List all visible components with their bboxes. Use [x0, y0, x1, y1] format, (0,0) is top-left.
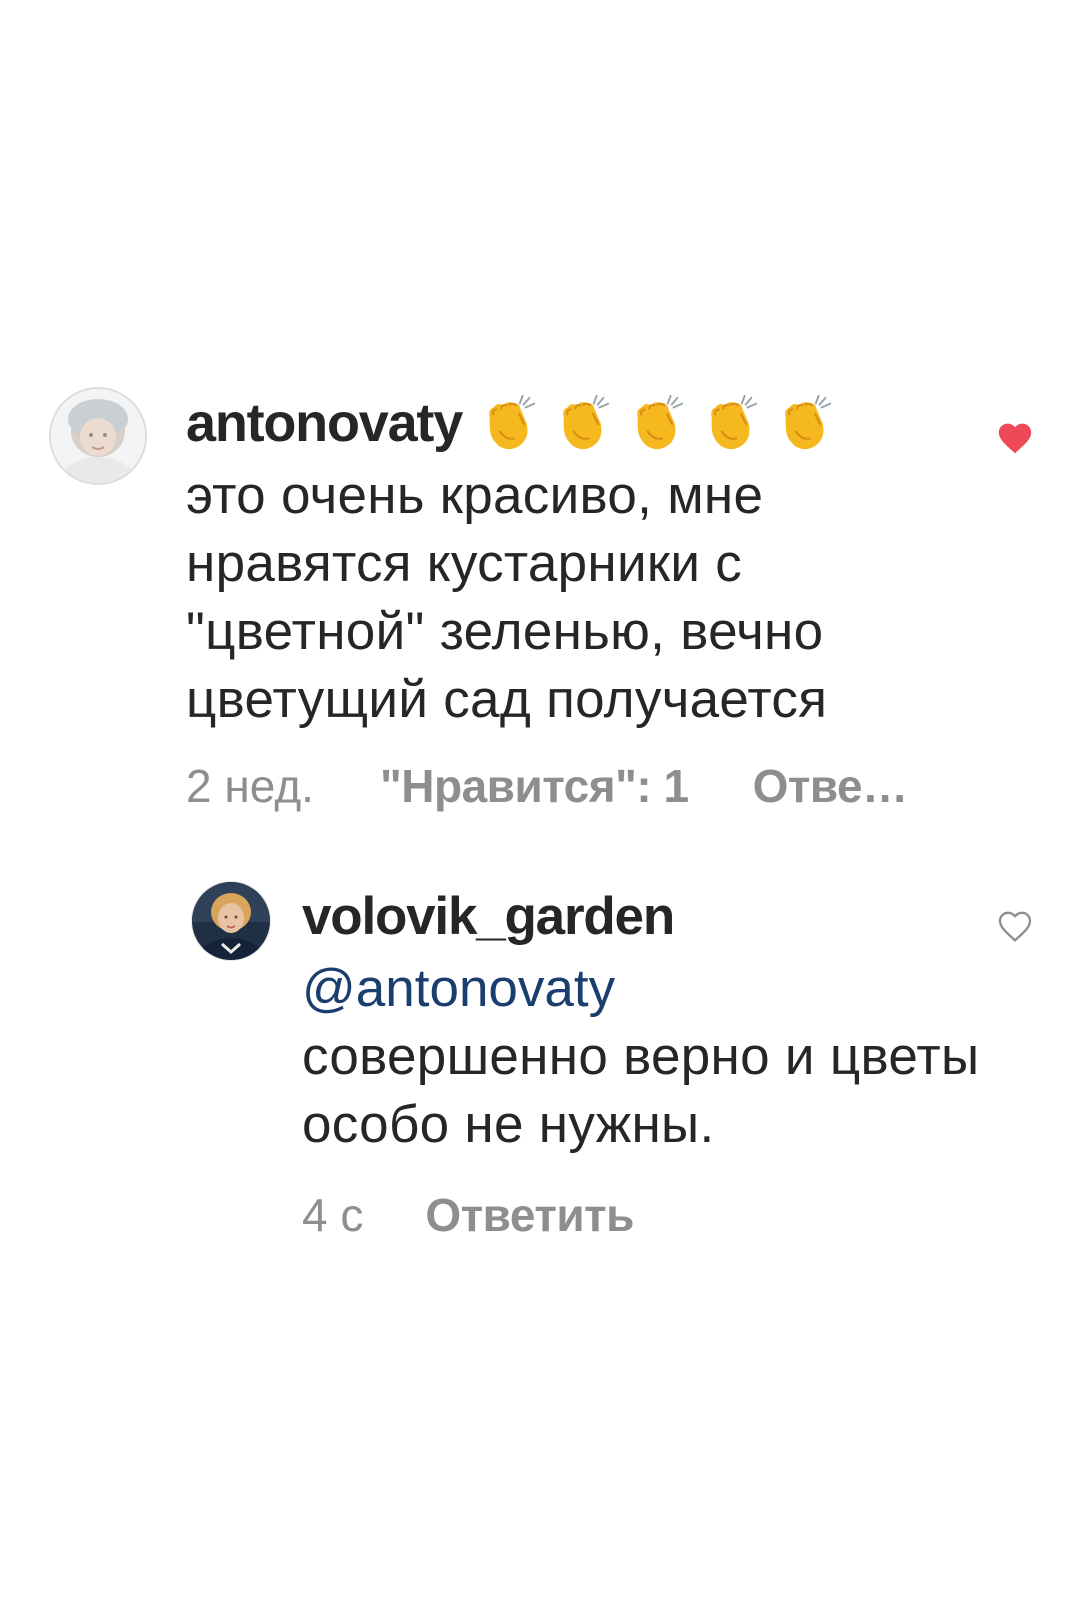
comment-text: совершенно верно и цветы особо не нужны.	[302, 1027, 980, 1154]
username[interactable]: antonovaty	[186, 392, 463, 454]
reply-button[interactable]: Отве…	[753, 759, 909, 813]
clapping-hands-icon	[711, 394, 758, 450]
comment-meta: 2 нед. "Нравится": 1 Отве…	[186, 756, 908, 816]
avatar[interactable]	[191, 881, 271, 961]
avatar[interactable]	[49, 387, 147, 485]
comment-header: antonovaty	[186, 388, 838, 458]
reply-button[interactable]: Ответить	[425, 1188, 634, 1242]
comment-meta: 4 с Ответить	[302, 1185, 634, 1245]
emoji-row	[480, 392, 838, 454]
likes-count[interactable]: "Нравится": 1	[380, 759, 689, 813]
timestamp: 4 с	[302, 1189, 364, 1241]
mention-link[interactable]: @antonovaty	[302, 955, 615, 1023]
heart-filled-icon[interactable]	[995, 418, 1035, 458]
comment-text: это очень красиво, мне нравятся кустарни…	[186, 466, 828, 729]
timestamp: 2 нед.	[186, 760, 314, 812]
clapping-hands-icon	[785, 394, 832, 450]
username[interactable]: volovik_garden	[302, 886, 675, 947]
clapping-hands-icon	[637, 394, 684, 450]
heart-outline-icon[interactable]	[995, 906, 1035, 946]
comment-header: volovik_garden	[302, 886, 675, 947]
clapping-hands-icon	[563, 394, 610, 450]
clapping-hands-icon	[489, 394, 536, 450]
